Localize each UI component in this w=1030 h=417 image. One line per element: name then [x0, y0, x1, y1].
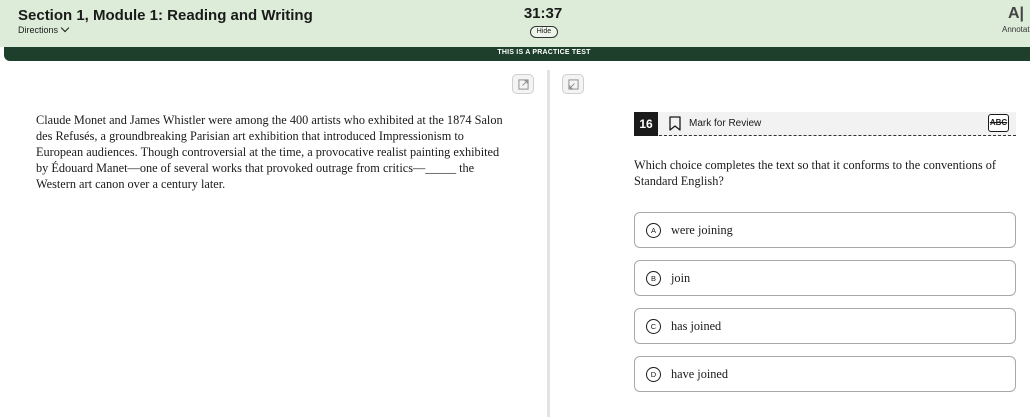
- top-header: Section 1, Module 1: Reading and Writing…: [0, 0, 1030, 47]
- answer-choice-b[interactable]: B join: [634, 260, 1016, 296]
- panel-divider[interactable]: [547, 70, 550, 417]
- expand-icon: [517, 78, 529, 90]
- choice-text: have joined: [671, 367, 729, 381]
- chevron-down-icon: [60, 23, 70, 33]
- choice-letter-badge: B: [646, 271, 661, 286]
- answer-eliminator-button[interactable]: ABC: [988, 114, 1009, 132]
- hide-timer-button[interactable]: Hide: [530, 26, 558, 38]
- choice-letter-badge: C: [646, 319, 661, 334]
- question-header-divider: [634, 135, 1016, 136]
- choice-text: join: [671, 271, 691, 285]
- section-title: Section 1, Module 1: Reading and Writing: [18, 7, 313, 24]
- choice-text: has joined: [671, 319, 722, 333]
- practice-test-banner: THIS IS A PRACTICE TEST: [4, 47, 1030, 61]
- expand-icon: [567, 78, 579, 90]
- annotate-icon: A|: [1007, 5, 1025, 22]
- choice-text: were joining: [671, 223, 733, 237]
- annotate-label: Annotat: [1002, 25, 1030, 34]
- timer: 31:37: [523, 5, 563, 22]
- annotate-button[interactable]: A| Annotat: [996, 5, 1030, 34]
- expand-right-panel-button[interactable]: [562, 74, 584, 94]
- directions-toggle[interactable]: Directions: [18, 23, 70, 35]
- passage-text: Claude Monet and James Whistler were amo…: [36, 113, 503, 191]
- answer-choice-d[interactable]: D have joined: [634, 356, 1016, 392]
- choice-letter-badge: A: [646, 223, 661, 238]
- choice-letter-badge: D: [646, 367, 661, 382]
- expand-left-panel-button[interactable]: [512, 74, 534, 94]
- question-prompt: Which choice completes the text so that …: [634, 158, 996, 188]
- answer-choice-a[interactable]: A were joining: [634, 212, 1016, 248]
- directions-label: Directions: [18, 25, 59, 35]
- banner-text: THIS IS A PRACTICE TEST: [497, 49, 591, 56]
- mark-for-review-label[interactable]: Mark for Review: [689, 118, 761, 129]
- bookmark-icon[interactable]: [669, 116, 681, 131]
- question-number: 16: [634, 112, 658, 136]
- answer-choice-c[interactable]: C has joined: [634, 308, 1016, 344]
